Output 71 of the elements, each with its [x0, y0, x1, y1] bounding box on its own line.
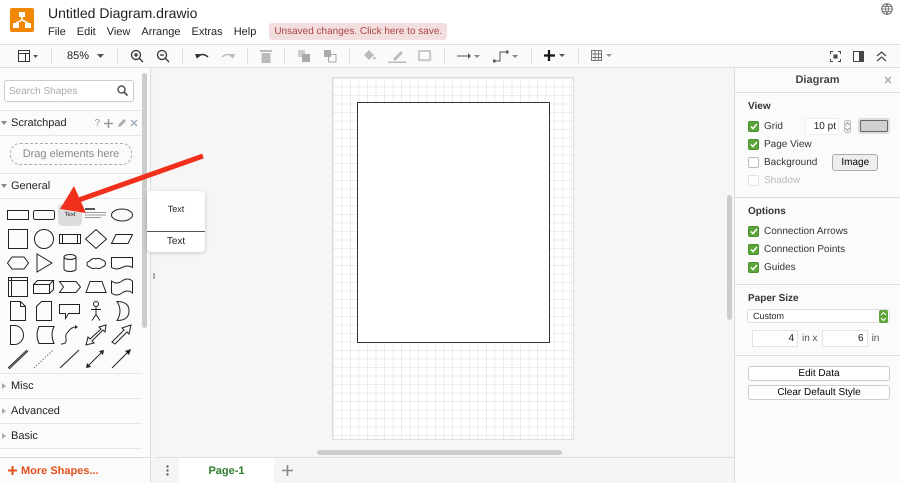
section-title[interactable]: Basic	[11, 430, 38, 442]
add-icon[interactable]	[104, 118, 113, 128]
checkbox-label[interactable]: Page View	[764, 138, 812, 150]
dropdown-arrows-icon	[879, 310, 888, 322]
globe-icon[interactable]	[881, 3, 893, 15]
menu-item[interactable]: View	[106, 26, 130, 38]
height-field[interactable]: 6	[822, 330, 868, 347]
unit-label: in	[872, 333, 880, 344]
width-field[interactable]: 4	[752, 330, 798, 347]
checkbox[interactable]	[748, 262, 759, 272]
unit-label: in x	[802, 333, 818, 344]
panel-button[interactable]: Edit Data	[748, 366, 890, 381]
plus-icon	[8, 466, 17, 475]
add-page-icon[interactable]	[282, 465, 293, 476]
preview-text: Text	[147, 231, 205, 247]
panel-button[interactable]: Clear Default Style	[748, 385, 890, 400]
panel-title: Diagram	[795, 74, 840, 86]
preview-text: Text	[166, 204, 186, 214]
search-field[interactable]: Search Shapes	[4, 80, 134, 102]
search-icon[interactable]	[117, 85, 128, 96]
line-icon[interactable]	[58, 348, 82, 370]
checkbox-label[interactable]: Background	[764, 156, 818, 168]
collapse-triangle-icon[interactable]	[1, 183, 7, 189]
more-shapes-link[interactable]: More Shapes...	[8, 464, 99, 476]
section-heading: Options	[748, 206, 787, 217]
checkbox[interactable]	[748, 156, 759, 168]
section-heading: View	[748, 101, 772, 112]
more-options-icon[interactable]	[166, 465, 169, 476]
tape-icon[interactable]	[110, 276, 134, 298]
grid-size-field[interactable]: 10 pt	[804, 118, 839, 134]
scrollbar[interactable]	[317, 450, 562, 455]
menu-item[interactable]: Arrange	[141, 26, 180, 38]
internal-storage-icon[interactable]	[6, 276, 30, 298]
square-icon[interactable]	[6, 228, 30, 250]
section-title[interactable]: Misc	[11, 380, 34, 392]
section-title[interactable]: General	[11, 180, 50, 192]
arrow-line-icon[interactable]	[110, 348, 134, 370]
page-tab[interactable]: Page-1	[179, 458, 274, 483]
checkbox-label[interactable]: Grid	[764, 120, 783, 132]
section-title[interactable]: Advanced	[11, 405, 60, 417]
double-line-icon[interactable]	[6, 348, 30, 370]
double-arrow-icon[interactable]	[84, 324, 108, 346]
diagram-title[interactable]: Untitled Diagram.drawio	[48, 5, 448, 21]
checkbox[interactable]	[748, 244, 759, 254]
scrollbar[interactable]	[727, 195, 732, 320]
paper-size-select[interactable]: Custom	[747, 309, 890, 323]
diamond-icon[interactable]	[84, 228, 108, 250]
scrollbar[interactable]	[142, 73, 147, 328]
thick-arrow-icon[interactable]	[110, 324, 134, 346]
checkbox[interactable]	[748, 138, 759, 150]
app-logo	[10, 8, 34, 32]
collapse-triangle-icon[interactable]	[1, 121, 7, 125]
section-heading: Paper Size	[748, 293, 800, 304]
menu-item[interactable]: File	[48, 26, 66, 38]
menu-item[interactable]: Help	[234, 26, 256, 38]
menu-item[interactable]: Extras	[192, 26, 223, 38]
checkbox[interactable]	[748, 120, 759, 132]
caret-icon[interactable]	[97, 54, 104, 58]
checkbox[interactable]	[748, 226, 759, 236]
stepper-icon[interactable]	[844, 120, 851, 132]
zoom-level[interactable]: 85%	[59, 50, 96, 62]
image-button[interactable]: Image	[832, 154, 878, 170]
checkbox-label[interactable]: Guides	[764, 262, 796, 272]
grid-color-swatch[interactable]	[860, 120, 888, 132]
section-title[interactable]: Scratchpad	[11, 117, 67, 129]
circle-icon[interactable]	[32, 228, 56, 250]
checkbox-label[interactable]: Connection Arrows	[764, 226, 848, 236]
checkbox-label[interactable]: Connection Points	[764, 244, 846, 254]
menu-item[interactable]: Edit	[76, 26, 96, 38]
splitter-handle[interactable]	[152, 272, 154, 278]
save-notice[interactable]: Unsaved changes. Click here to save.	[269, 23, 448, 40]
